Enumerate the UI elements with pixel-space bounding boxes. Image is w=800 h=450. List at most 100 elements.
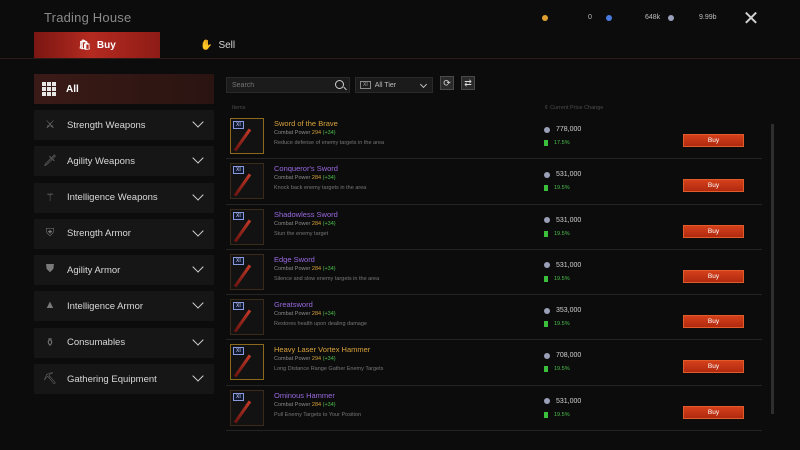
combat-power: Combat Power 284 (+34): [274, 175, 336, 182]
column-header-price: ⇕ Current Price Change: [544, 105, 604, 111]
item-thumbnail[interactable]: XI: [230, 118, 264, 154]
tier-badge-icon: XI: [360, 81, 371, 89]
silver-coin-icon: [544, 352, 550, 359]
sidebar-item-label: Agility Weapons: [67, 155, 135, 167]
currency-value: 9.99b: [699, 14, 717, 21]
sidebar-item-all[interactable]: All: [34, 74, 214, 104]
arrow-down-icon: [544, 230, 548, 237]
sort-button[interactable]: ⇄: [461, 76, 475, 90]
weapon-icon: [233, 219, 252, 243]
sidebar-item-consumables[interactable]: ⚱ Consumables: [34, 327, 214, 358]
silver-coin-icon: [544, 262, 550, 269]
sidebar-item-label: Strength Weapons: [67, 119, 146, 131]
arrow-down-icon: [544, 275, 548, 282]
tab-sell[interactable]: ✋ Sell: [200, 32, 270, 58]
buy-button[interactable]: Buy: [683, 179, 744, 193]
sidebar-item-strength-weapons[interactable]: ⚔ Strength Weapons: [34, 110, 214, 140]
item-thumbnail[interactable]: XI: [230, 163, 264, 200]
combat-power: Combat Power 284 (+34): [274, 265, 336, 272]
dagger-icon: 🗡: [43, 155, 57, 168]
item-description: Long Distance Range Gather Enemy Targets: [274, 366, 384, 373]
sidebar-item-label: Consumables: [67, 337, 126, 349]
sword-icon: ⚔: [45, 119, 55, 131]
item-price: 531,000: [544, 398, 581, 405]
buy-button[interactable]: Buy: [683, 360, 744, 374]
sidebar-item-label: Agility Armor: [67, 264, 121, 276]
swap-icon: ⇄: [464, 78, 472, 88]
bag-icon: 🛍: [78, 39, 91, 51]
close-button[interactable]: ✕: [742, 8, 760, 30]
tab-buy-label: Buy: [96, 39, 116, 51]
blue-gem-icon: [606, 14, 612, 21]
buy-button[interactable]: Buy: [683, 224, 744, 238]
price-change: 19.5%: [544, 321, 570, 328]
currency-orange: 0: [542, 14, 592, 21]
table-row: XI Sword of the Brave Combat Power 294 (…: [226, 114, 762, 160]
item-name: Edge Sword: [274, 254, 315, 264]
weapon-icon: [233, 309, 252, 333]
chevron-down-icon: [192, 116, 204, 128]
sidebar-item-agility-armor[interactable]: ⛊ Agility Armor: [34, 255, 214, 286]
table-row: XI Shadowless Sword Combat Power 284 (+3…: [226, 205, 762, 250]
buy-button[interactable]: Buy: [683, 315, 744, 329]
table-row: XI Heavy Laser Vortex Hammer Combat Powe…: [226, 340, 762, 386]
buy-button[interactable]: Buy: [683, 269, 744, 283]
category-sidebar: All ⚔ Strength Weapons 🗡 Agility Weapons…: [34, 74, 214, 400]
sidebar-item-intelligence-armor[interactable]: ▲ Intelligence Armor: [34, 291, 214, 322]
buy-button[interactable]: Buy: [683, 134, 744, 147]
item-name: Heavy Laser Vortex Hammer: [274, 345, 371, 355]
sidebar-item-strength-armor[interactable]: ⛨ Strength Armor: [34, 218, 214, 249]
item-thumbnail[interactable]: XI: [230, 208, 264, 245]
arrow-down-icon: [544, 411, 548, 418]
buy-button[interactable]: Buy: [683, 405, 744, 419]
chevron-down-icon: [419, 80, 428, 89]
close-icon: ✕: [742, 8, 760, 30]
tier-badge: XI: [233, 211, 244, 220]
search-box: [226, 77, 350, 93]
sidebar-item-agility-weapons[interactable]: 🗡 Agility Weapons: [34, 146, 214, 177]
weapon-icon: [233, 128, 252, 152]
sidebar-item-label: All: [66, 83, 79, 95]
hand-icon: ✋: [200, 39, 213, 51]
sidebar-item-intelligence-weapons[interactable]: ⚚ Intelligence Weapons: [34, 182, 214, 213]
tier-dropdown[interactable]: XI All Tier: [355, 77, 433, 93]
orange-gem-icon: [542, 14, 548, 21]
arrow-down-icon: [544, 366, 548, 373]
currency-value: 0: [588, 14, 592, 21]
item-thumbnail[interactable]: XI: [230, 389, 264, 426]
robe-icon: ▲: [44, 299, 56, 312]
sidebar-item-gathering-equipment[interactable]: ⛏ Gathering Equipment: [34, 364, 214, 395]
sidebar-item-label: Intelligence Armor: [67, 300, 144, 312]
refresh-button[interactable]: ⟳: [440, 76, 454, 90]
weapon-icon: [233, 354, 252, 378]
combat-power: Combat Power 294 (+34): [274, 356, 336, 363]
item-list: XI Sword of the Brave Combat Power 294 (…: [226, 114, 762, 432]
refresh-icon: ⟳: [443, 78, 451, 88]
price-change: 19.5%: [544, 185, 570, 192]
price-change: 19.5%: [544, 275, 570, 282]
grid-icon: [42, 82, 56, 96]
table-row: XI Edge Sword Combat Power 284 (+34) Sil…: [226, 250, 762, 296]
search-input[interactable]: [232, 81, 332, 89]
tier-badge: XI: [233, 392, 244, 401]
silver-coin-icon: [544, 307, 550, 314]
item-description: Restores health upon dealing damage: [274, 321, 367, 328]
silver-coin-icon: [544, 126, 550, 133]
scrollbar[interactable]: [771, 124, 774, 414]
search-icon[interactable]: [335, 80, 344, 89]
chevron-down-icon: [192, 261, 204, 273]
chevron-down-icon: [192, 370, 204, 382]
item-name: Ominous Hammer: [274, 390, 335, 400]
currency-silver: 9.99b: [668, 14, 717, 21]
arrow-down-icon: [544, 140, 548, 146]
silver-coin-icon: [668, 14, 674, 21]
item-thumbnail[interactable]: XI: [230, 253, 264, 290]
tab-buy[interactable]: 🛍 Buy: [34, 32, 160, 58]
table-row: XI Greatsword Combat Power 284 (+34) Res…: [226, 295, 762, 341]
item-description: Silence and slow enemy targets in the ar…: [274, 275, 380, 282]
price-change: 19.5%: [544, 366, 570, 373]
weapon-icon: [233, 264, 252, 288]
item-thumbnail[interactable]: XI: [230, 299, 264, 336]
item-thumbnail[interactable]: XI: [230, 344, 264, 381]
sidebar-item-label: Gathering Equipment: [67, 373, 157, 385]
